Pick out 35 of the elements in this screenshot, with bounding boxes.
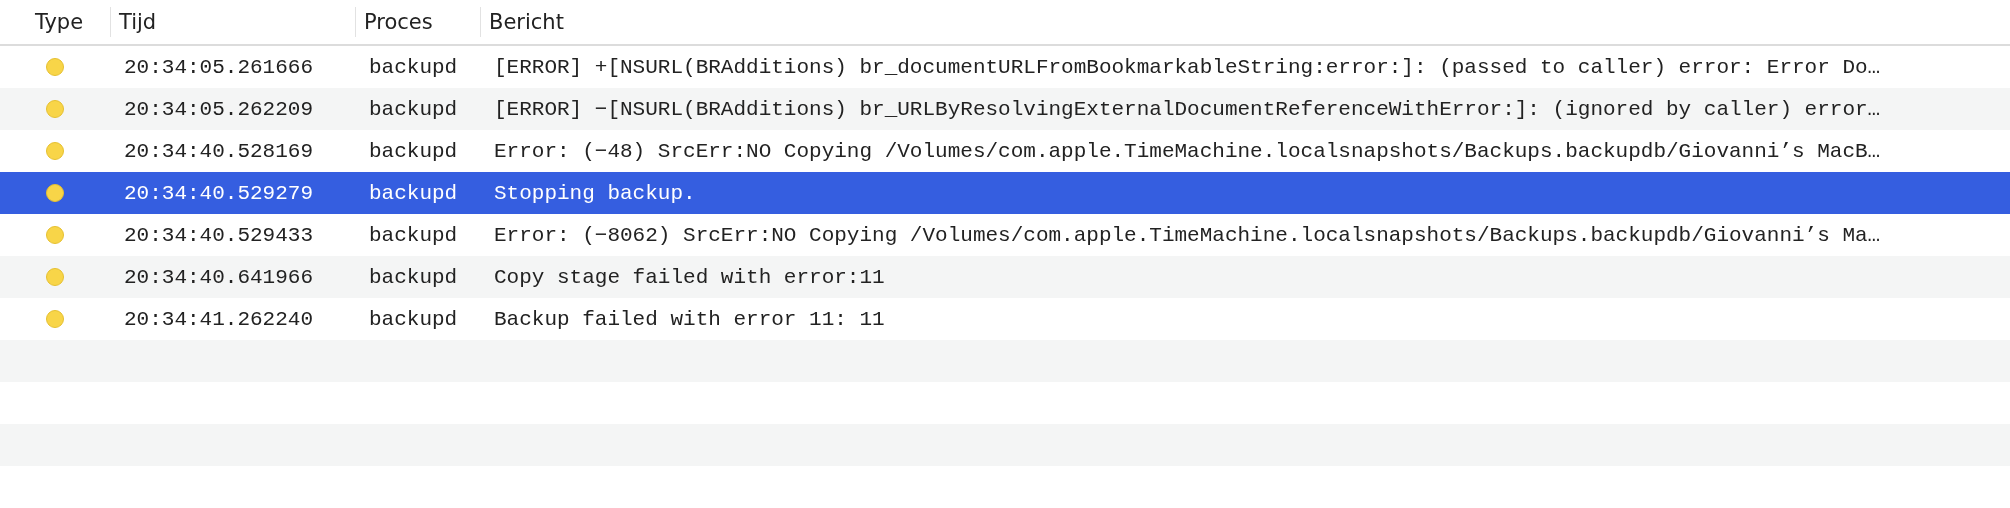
status-dot bbox=[46, 100, 64, 118]
table-cell-text: backupd bbox=[368, 139, 459, 163]
status-dot bbox=[46, 58, 64, 76]
column-header[interactable]: Bericht bbox=[480, 7, 2010, 37]
table-cell-text: 20:34:40.529433 bbox=[123, 223, 315, 247]
table-cell-text: 20:34:40.528169 bbox=[123, 139, 315, 163]
column-header[interactable]: Proces bbox=[355, 7, 480, 37]
table-cell-text: [ERROR] −[NSURL(BRAdditions) br_URLByResolvingExternalDocumentReferenceWithError:]: (ignored by caller) error… bbox=[493, 97, 1882, 121]
table-cell-text: 20:34:05.262209 bbox=[123, 97, 315, 121]
table-cell-text: backupd bbox=[368, 181, 459, 205]
log-row[interactable]: 20:34:40.529279 backupd Stopping backup. bbox=[0, 172, 2010, 214]
status-dot bbox=[46, 142, 64, 160]
log-row[interactable]: 20:34:05.262209 backupd [ERROR] −[NSURL(BRAdditions) br_URLByResolvingExternalDocumentReferenceWithError:]: (ignored by caller) error… bbox=[0, 88, 2010, 130]
table-cell-text: Error: (−48) SrcErr:NO Copying /Volumes/com.apple.TimeMachine.localsnapshots/Backups.backupdb/Giovanni’s MacB… bbox=[493, 139, 1882, 163]
table-cell-text: 20:34:05.261666 bbox=[123, 55, 315, 79]
table-cell-text: Backup failed with error 11: 11 bbox=[493, 307, 886, 331]
table-cell-text: Copy stage failed with error:11 bbox=[493, 265, 886, 289]
status-dot bbox=[46, 268, 64, 286]
status-dot bbox=[46, 226, 64, 244]
table-cell-text: 20:34:41.262240 bbox=[123, 307, 315, 331]
table-cell-text: 20:34:40.641966 bbox=[123, 265, 315, 289]
table-cell-text: backupd bbox=[368, 307, 459, 331]
table-cell-text: backupd bbox=[368, 55, 459, 79]
status-dot bbox=[46, 184, 64, 202]
table-cell-text: backupd bbox=[368, 97, 459, 121]
column-header[interactable]: Type bbox=[0, 7, 110, 37]
log-row[interactable]: 20:34:40.641966 backupd Copy stage failed with error:11 bbox=[0, 256, 2010, 298]
table-cell-text: backupd bbox=[368, 223, 459, 247]
table-cell-text: backupd bbox=[368, 265, 459, 289]
status-dot bbox=[46, 310, 64, 328]
column-header[interactable]: Tijd bbox=[110, 7, 355, 37]
table-cell-text: [ERROR] +[NSURL(BRAdditions) br_documentURLFromBookmarkableString:error:]: (passed to caller) error: Error Do… bbox=[493, 55, 1882, 79]
table-cell-text: 20:34:40.529279 bbox=[123, 181, 315, 205]
table-cell-text: Error: (−8062) SrcErr:NO Copying /Volumes/com.apple.TimeMachine.localsnapshots/Backups.backupdb/Giovanni’s Ma… bbox=[493, 223, 1882, 247]
table-cell-text: Stopping backup. bbox=[493, 181, 697, 205]
